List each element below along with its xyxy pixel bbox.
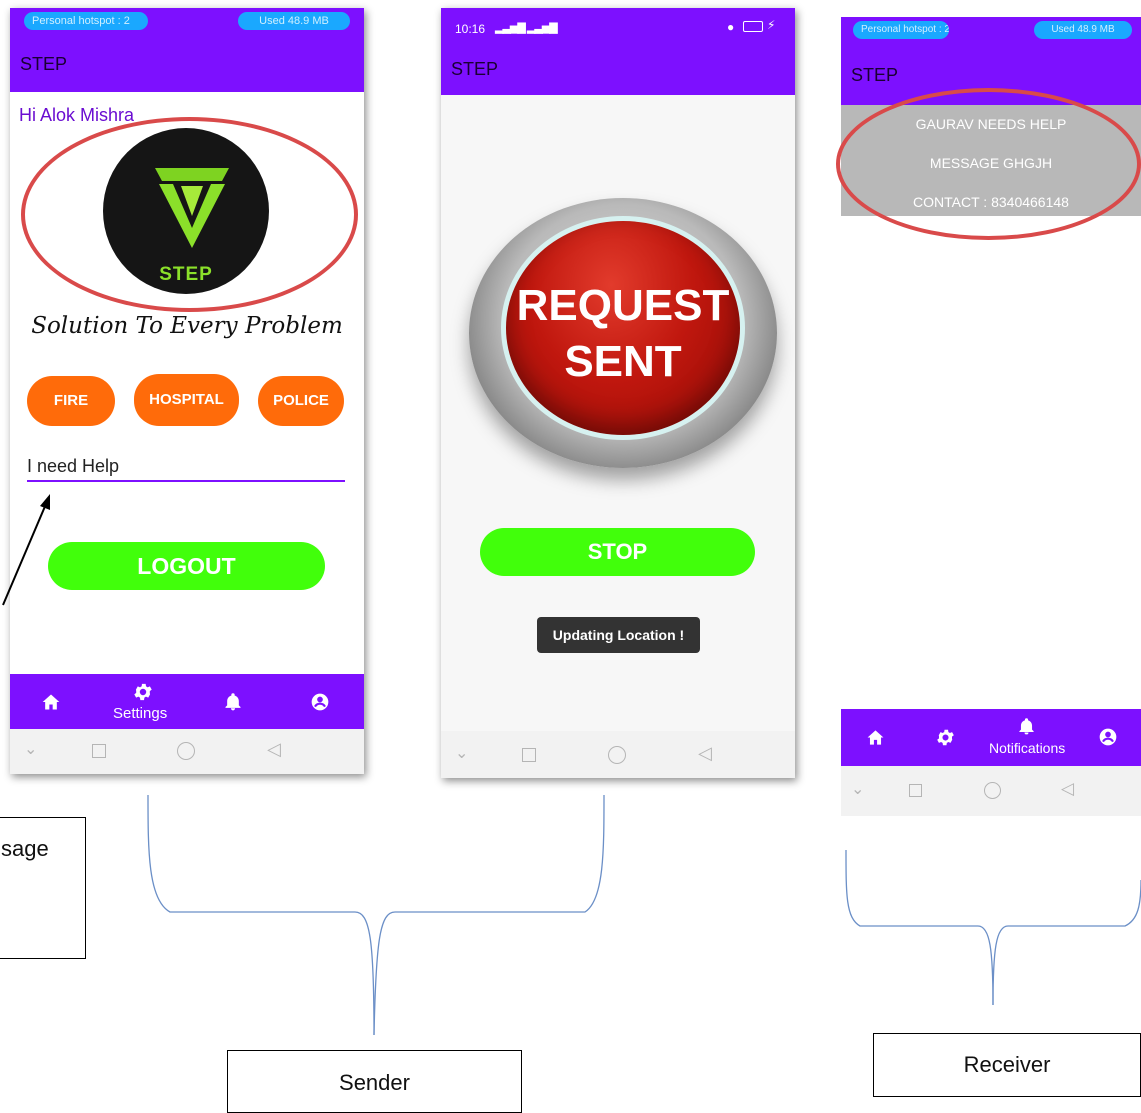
status-time: 10:16 (455, 22, 486, 36)
location-icon: ● (727, 20, 735, 34)
hotspot-pill: Personal hotspot : 2 (24, 12, 148, 30)
home-button-icon[interactable] (608, 746, 626, 764)
annotation-ellipse-notification (836, 88, 1141, 240)
data-used-pill: Used 48.9 MB (238, 12, 350, 30)
annotation-ellipse-logo (21, 117, 358, 312)
sender-label-text: Sender (339, 1070, 410, 1095)
signal-icon: ▂▃▅▇ ▂▃▅▇ (495, 22, 558, 34)
home-button-icon[interactable] (177, 742, 195, 760)
system-nav-bar: ⌄ ◁ (10, 729, 364, 774)
request-button-line2: SENT (564, 337, 682, 386)
app-bar: STEP (10, 38, 364, 92)
status-bar: 10:16 ▂▃▅▇ ▂▃▅▇ ● ⚡ (441, 8, 795, 48)
recent-apps-icon[interactable] (909, 784, 922, 797)
sender-label-box: Sender (227, 1050, 522, 1113)
hospital-button[interactable]: HOSPITAL (134, 374, 239, 426)
stop-button[interactable]: STOP (480, 528, 755, 576)
chevron-down-icon[interactable]: ⌄ (24, 739, 37, 759)
tagline: Solution To Every Problem (31, 313, 343, 339)
back-icon[interactable]: ◁ (698, 743, 712, 764)
request-button-ring: REQUEST SENT (469, 198, 777, 468)
app-title: STEP (451, 59, 499, 79)
system-nav-bar: ⌄ ◁ (841, 766, 1141, 816)
gear-icon[interactable] (132, 681, 154, 703)
charging-icon: ⚡ (767, 18, 776, 32)
home-icon[interactable] (41, 692, 61, 712)
back-icon[interactable]: ◁ (1061, 779, 1074, 799)
toast-message: Updating Location ! (537, 617, 700, 653)
recent-apps-icon[interactable] (522, 748, 536, 762)
logout-button[interactable]: LOGOUT (48, 542, 325, 590)
app-title: STEP (851, 65, 899, 85)
message-label-text: sage (1, 836, 49, 861)
hotspot-pill: Personal hotspot : 2 (853, 21, 949, 39)
message-input-value: I need Help (27, 456, 120, 476)
content: REQUEST SENT STOP Updating Location ! (441, 95, 795, 731)
home-icon[interactable] (866, 728, 885, 747)
data-used-pill: Used 48.9 MB (1034, 21, 1132, 39)
home-button-icon[interactable] (984, 782, 1001, 799)
account-icon[interactable] (310, 692, 330, 712)
bottom-nav: Notifications (841, 709, 1141, 766)
chevron-down-icon[interactable]: ⌄ (455, 743, 468, 763)
recent-apps-icon[interactable] (92, 744, 106, 758)
app-bar: STEP (441, 48, 795, 95)
gear-icon[interactable] (935, 727, 956, 748)
bell-icon[interactable] (1017, 717, 1036, 736)
system-nav-bar: ⌄ ◁ (441, 731, 795, 778)
status-bar: Personal hotspot : 2 Used 48.9 MB (841, 17, 1141, 47)
message-label-box: sage (0, 817, 86, 959)
receiver-label-text: Receiver (963, 1052, 1051, 1077)
chevron-down-icon[interactable]: ⌄ (851, 779, 864, 799)
settings-tab-label[interactable]: Settings (113, 705, 167, 722)
fire-button[interactable]: FIRE (27, 376, 115, 426)
bell-icon[interactable] (223, 692, 243, 712)
message-input[interactable]: I need Help (27, 454, 345, 482)
back-icon[interactable]: ◁ (267, 739, 281, 760)
status-bar: Personal hotspot : 2 Used 48.9 MB (10, 8, 364, 38)
battery-icon (743, 21, 763, 32)
police-button[interactable]: POLICE (258, 376, 344, 426)
request-button-line1: REQUEST (516, 281, 730, 330)
receiver-label-box: Receiver (873, 1033, 1141, 1097)
greeting: Hi Alok Mishra (19, 105, 135, 125)
bottom-nav: Settings (10, 674, 364, 729)
account-icon[interactable] (1098, 727, 1118, 747)
app-title: STEP (20, 54, 68, 74)
request-sent-screen: 10:16 ▂▃▅▇ ▂▃▅▇ ● ⚡ STEP REQUEST SENT ST… (441, 8, 795, 778)
notifications-tab-label[interactable]: Notifications (989, 740, 1065, 756)
request-sent-button[interactable]: REQUEST SENT (501, 216, 745, 440)
